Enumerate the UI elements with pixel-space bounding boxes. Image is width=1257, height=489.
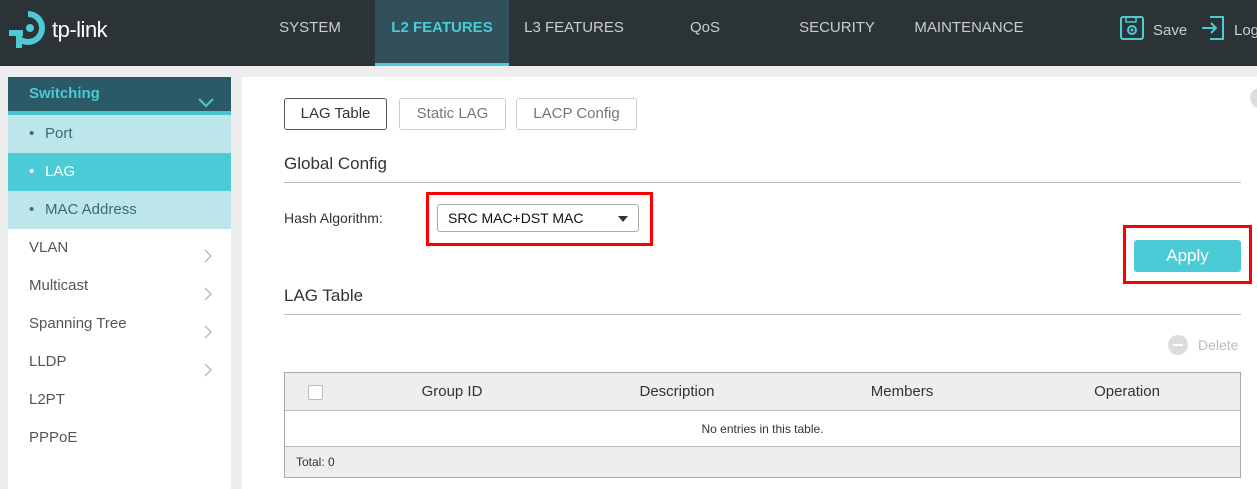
divider <box>284 314 1241 315</box>
sidebar-item-label: VLAN <box>29 239 69 256</box>
dropdown-caret-icon <box>618 216 628 222</box>
sidebar-item-multicast[interactable]: Multicast <box>8 267 231 305</box>
nav-qos[interactable]: QoS <box>645 0 765 66</box>
select-all-checkbox[interactable] <box>308 385 323 400</box>
tp-link-logo[interactable]: tp-link <box>8 10 108 50</box>
sidebar-item-pppoe[interactable]: PPPoE <box>8 419 231 457</box>
sidebar: Switching • Port • LAG • MAC Address VLAN M… <box>8 77 231 489</box>
save-button[interactable]: Save <box>1119 16 1187 44</box>
apply-button[interactable]: Apply <box>1134 240 1241 272</box>
divider <box>284 182 1241 183</box>
minus-circle-icon <box>1168 335 1188 355</box>
logout-icon <box>1200 15 1234 45</box>
tab-lacp-config[interactable]: LACP Config <box>516 98 637 130</box>
table-total: Total: 0 <box>285 447 1240 477</box>
sidebar-item-label: LLDP <box>29 353 67 370</box>
lag-table: Group ID Description Members Operation N… <box>284 372 1241 478</box>
sidebar-item-label: MAC Address <box>45 201 137 218</box>
sidebar-item-l2pt[interactable]: L2PT <box>8 381 231 419</box>
table-header: Group ID Description Members Operation <box>285 373 1240 411</box>
sidebar-item-label: Multicast <box>29 277 89 294</box>
chevron-down-icon <box>197 88 215 122</box>
global-config-title: Global Config <box>284 154 388 173</box>
sidebar-item-label: PPPoE <box>29 429 78 446</box>
hash-algorithm-value: SRC MAC+DST MAC <box>448 210 584 226</box>
sidebar-item-label: LAG <box>45 163 76 180</box>
delete-label: Delete <box>1198 337 1239 353</box>
top-navigation-bar: tp-link SYSTEM L2 FEATURES L3 FEATURES Q… <box>0 0 1257 66</box>
nav-maintenance[interactable]: MAINTENANCE <box>905 0 1033 66</box>
save-label: Save <box>1153 21 1188 39</box>
nav-system[interactable]: SYSTEM <box>250 0 370 66</box>
tab-lag-table[interactable]: LAG Table <box>284 98 387 130</box>
sidebar-item-mac-address[interactable]: • MAC Address <box>8 191 231 229</box>
sidebar-item-spanning-tree[interactable]: Spanning Tree <box>8 305 231 343</box>
lag-table-title: LAG Table <box>284 286 364 305</box>
sidebar-section-label: Switching <box>29 85 100 102</box>
nav-security[interactable]: SECURITY <box>777 0 897 66</box>
sidebar-item-label: Port <box>45 125 73 142</box>
logout-button[interactable]: Log <box>1200 16 1257 44</box>
logout-label: Log <box>1234 21 1257 39</box>
nav-l3-features[interactable]: L3 FEATURES <box>509 0 639 66</box>
sidebar-item-lag[interactable]: • LAG <box>8 153 231 191</box>
sidebar-item-label: Spanning Tree <box>29 315 127 332</box>
main-panel: LAG Table Static LAG LACP Config Global … <box>242 77 1257 489</box>
empty-table-message: No entries in this table. <box>285 411 1240 447</box>
delete-button[interactable]: Delete <box>1168 335 1238 355</box>
column-header-members[interactable]: Members <box>827 373 977 411</box>
tab-static-lag[interactable]: Static LAG <box>399 98 506 130</box>
save-gear-icon <box>1119 15 1153 45</box>
tp-link-logo-icon <box>8 10 48 50</box>
hash-algorithm-select[interactable]: SRC MAC+DST MAC <box>437 204 639 232</box>
column-header-operation[interactable]: Operation <box>1052 373 1202 411</box>
logo-text: tp-link <box>52 17 108 42</box>
hash-algorithm-label: Hash Algorithm: <box>284 210 383 226</box>
help-tab-handle[interactable] <box>1250 88 1257 108</box>
nav-l2-features[interactable]: L2 FEATURES <box>375 0 509 66</box>
sidebar-item-lldp[interactable]: LLDP <box>8 343 231 381</box>
column-header-group-id[interactable]: Group ID <box>377 373 527 411</box>
sidebar-item-vlan[interactable]: VLAN <box>8 229 231 267</box>
sidebar-section-switching[interactable]: Switching <box>8 77 231 115</box>
sidebar-item-label: L2PT <box>29 391 65 408</box>
column-header-description[interactable]: Description <box>602 373 752 411</box>
